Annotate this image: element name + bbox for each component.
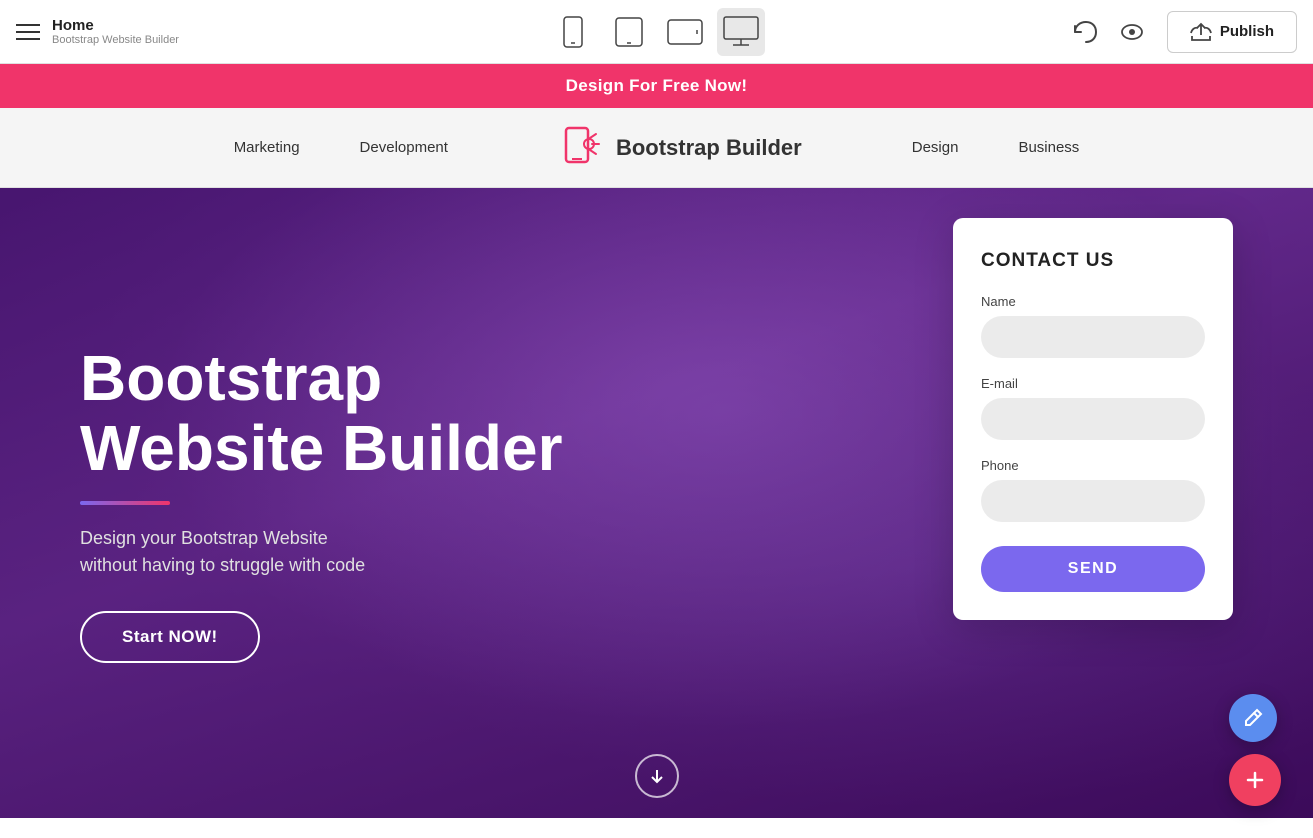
- site-navbar: Marketing Development Bootstrap Builder …: [0, 108, 1313, 188]
- hero-title: Bootstrap Website Builder: [80, 343, 562, 484]
- nav-business[interactable]: Business: [1018, 139, 1079, 156]
- email-label: E-mail: [981, 376, 1205, 391]
- publish-label: Publish: [1220, 23, 1274, 40]
- home-label: Home: [52, 17, 179, 34]
- brand-name: Bootstrap Builder: [616, 135, 802, 161]
- scroll-arrow-circle[interactable]: [635, 754, 679, 798]
- hero-cta-button[interactable]: Start NOW!: [80, 611, 260, 663]
- hero-subtitle: Design your Bootstrap Websitewithout hav…: [80, 525, 562, 579]
- device-desktop-button[interactable]: [717, 8, 765, 56]
- edit-fab-button[interactable]: [1229, 694, 1277, 742]
- hero-content: Bootstrap Website Builder Design your Bo…: [0, 343, 562, 664]
- hero-title-line1: Bootstrap: [80, 342, 382, 414]
- device-tablet-button[interactable]: [605, 8, 653, 56]
- hero-divider: [80, 501, 170, 505]
- brand-logo: Bootstrap Builder: [558, 124, 802, 172]
- name-label: Name: [981, 294, 1205, 309]
- phone-input[interactable]: [981, 480, 1205, 522]
- device-switcher: [549, 8, 765, 56]
- undo-button[interactable]: [1069, 18, 1097, 46]
- contact-title: CONTACT US: [981, 250, 1205, 272]
- add-fab-button[interactable]: [1229, 754, 1281, 806]
- fab-container: [1229, 694, 1281, 806]
- send-button[interactable]: SEND: [981, 546, 1205, 592]
- promo-text: Design For Free Now!: [566, 76, 748, 96]
- device-tablet-landscape-button[interactable]: [661, 8, 709, 56]
- toolbar-right: Publish: [1069, 11, 1297, 53]
- hero-section: Bootstrap Website Builder Design your Bo…: [0, 188, 1313, 818]
- nav-links: Marketing Development Bootstrap Builder …: [234, 124, 1080, 172]
- preview-button[interactable]: [1117, 17, 1147, 47]
- publish-button[interactable]: Publish: [1167, 11, 1297, 53]
- email-field-group: E-mail: [981, 376, 1205, 440]
- promo-bar[interactable]: Design For Free Now!: [0, 64, 1313, 108]
- phone-field-group: Phone: [981, 458, 1205, 522]
- nav-design[interactable]: Design: [912, 139, 959, 156]
- hamburger-menu[interactable]: [16, 24, 40, 40]
- toolbar-left: Home Bootstrap Website Builder: [16, 17, 216, 46]
- hero-title-line2: Website Builder: [80, 412, 562, 484]
- nav-development[interactable]: Development: [360, 139, 448, 156]
- device-mobile-button[interactable]: [549, 8, 597, 56]
- toolbar: Home Bootstrap Website Builder: [0, 0, 1313, 64]
- scroll-arrow[interactable]: [635, 754, 679, 798]
- name-input[interactable]: [981, 316, 1205, 358]
- name-field-group: Name: [981, 294, 1205, 358]
- phone-label: Phone: [981, 458, 1205, 473]
- contact-form-card: CONTACT US Name E-mail Phone SEND: [953, 218, 1233, 620]
- toolbar-title: Home Bootstrap Website Builder: [52, 17, 179, 46]
- toolbar-subtitle: Bootstrap Website Builder: [52, 34, 179, 46]
- email-input[interactable]: [981, 398, 1205, 440]
- nav-marketing[interactable]: Marketing: [234, 139, 300, 156]
